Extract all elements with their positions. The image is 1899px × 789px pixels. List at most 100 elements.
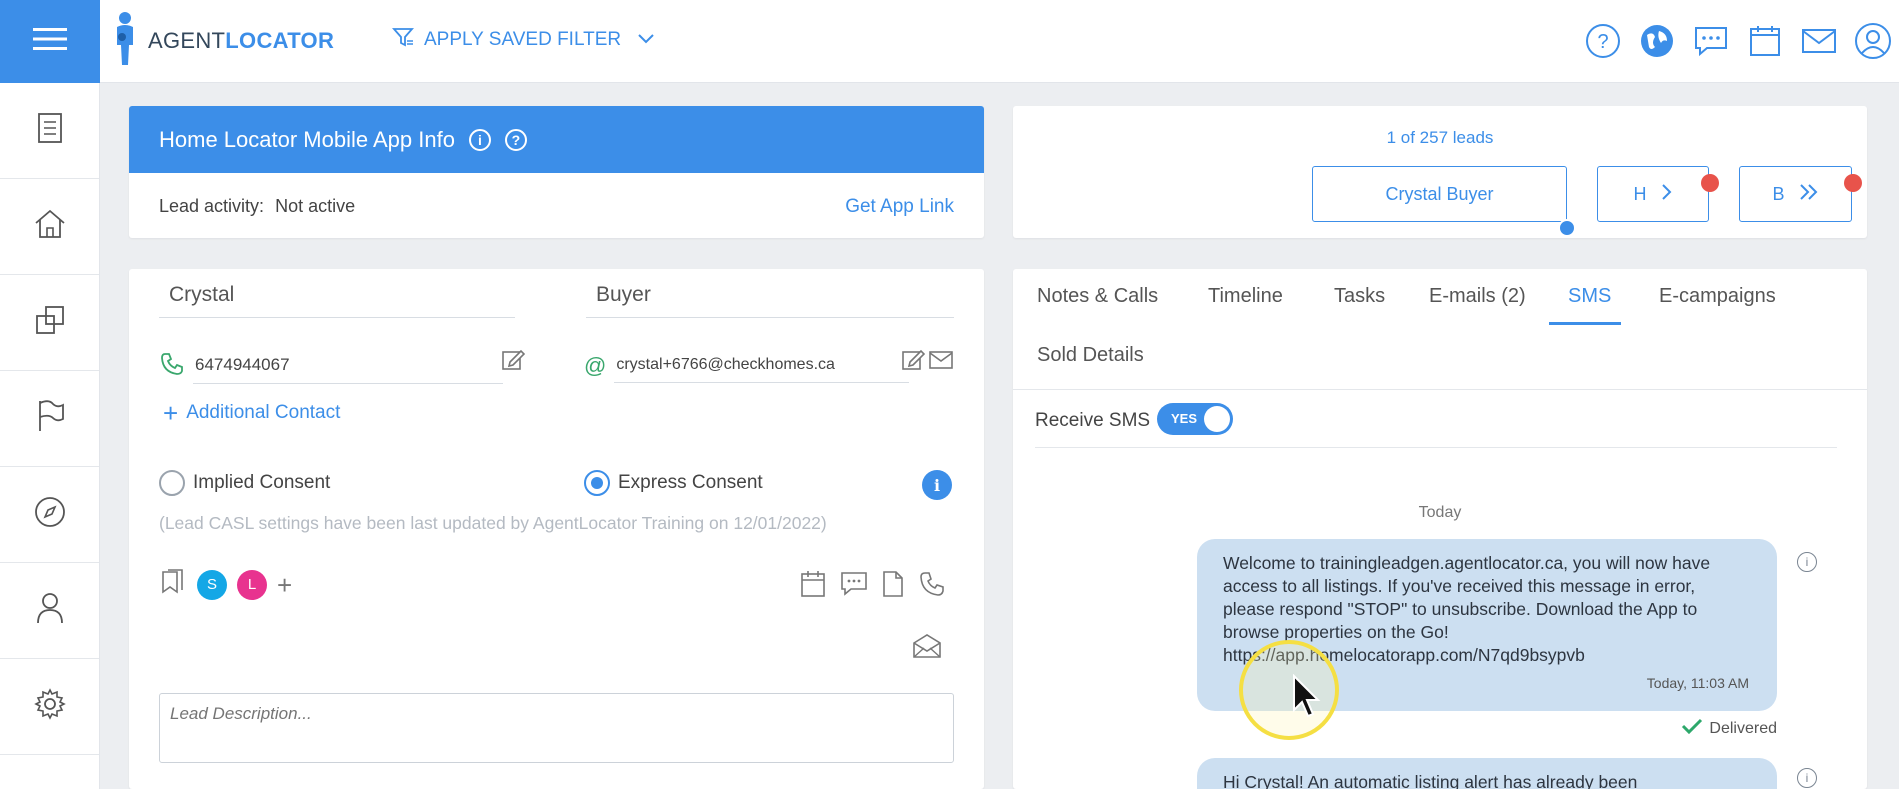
globe-icon[interactable] xyxy=(1637,20,1677,62)
sidebar-item-flag[interactable] xyxy=(0,371,99,467)
chevron-down-icon xyxy=(637,29,655,51)
lead-navigation-card: 1 of 257 leads Crystal Buyer H B xyxy=(1013,106,1867,238)
implied-consent-radio[interactable] xyxy=(159,470,185,496)
additional-contact-label: Additional Contact xyxy=(186,402,341,423)
svg-text:?: ? xyxy=(1597,31,1608,53)
mouse-pointer-icon xyxy=(1292,673,1322,725)
phone-row: 6474944067 xyxy=(159,349,526,384)
top-icon-bar: ? xyxy=(1583,20,1893,62)
tab-emails[interactable]: E-mails (2) xyxy=(1429,285,1526,322)
menu-toggle-button[interactable] xyxy=(0,0,100,83)
tab-sms[interactable]: SMS xyxy=(1549,285,1622,325)
add-tag-icon[interactable]: + xyxy=(277,572,292,598)
additional-contact-link[interactable]: + Additional Contact xyxy=(163,400,341,426)
double-chevron-right-icon xyxy=(1799,183,1819,206)
toggle-yes-label: YES xyxy=(1171,411,1198,426)
sms-message-text: Hi Crystal! An automatic listing alert h… xyxy=(1223,772,1638,789)
send-email-icon[interactable] xyxy=(929,350,953,375)
logo-prefix: AGENT xyxy=(148,28,226,53)
logo-figure-icon xyxy=(112,11,138,72)
chevron-right-icon xyxy=(1661,183,1673,206)
email-address[interactable]: crystal+6766@checkhomes.ca xyxy=(614,350,910,383)
consent-info-icon[interactable]: i xyxy=(922,470,952,500)
delivery-status: Delivered xyxy=(1673,718,1777,739)
saved-filter-label: APPLY SAVED FILTER xyxy=(424,29,622,50)
express-consent-label: Express Consent xyxy=(618,472,763,493)
edit-phone-icon[interactable] xyxy=(501,348,526,377)
apply-saved-filter-dropdown[interactable]: APPLY SAVED FILTER xyxy=(392,26,655,54)
activity-card: Notes & Calls Timeline Tasks E-mails (2)… xyxy=(1013,269,1867,789)
chat-icon[interactable] xyxy=(1691,20,1731,62)
call-icon[interactable] xyxy=(918,570,946,603)
sms-message-time: Today, 11:03 AM xyxy=(1646,675,1749,691)
toggle-knob xyxy=(1204,406,1230,432)
lead-description-input[interactable] xyxy=(159,693,954,763)
lead-activity-label: Lead activity: xyxy=(159,196,265,216)
implied-consent-option[interactable]: Implied Consent xyxy=(159,470,330,496)
next-lead-b-button[interactable]: B xyxy=(1739,166,1852,222)
express-consent-option[interactable]: Express Consent xyxy=(584,470,763,496)
sidebar-item-contacts[interactable] xyxy=(0,563,99,659)
calendar-icon[interactable] xyxy=(1745,20,1785,62)
home-icon xyxy=(33,208,67,245)
sidebar xyxy=(0,83,100,789)
help-icon[interactable]: ? xyxy=(1583,20,1623,62)
sidebar-item-documents[interactable] xyxy=(0,83,99,179)
express-consent-radio[interactable] xyxy=(584,470,610,496)
sidebar-item-copy[interactable] xyxy=(0,275,99,371)
tag-row: S L + xyxy=(159,568,292,601)
lead-activity: Lead activity: Not active xyxy=(159,196,355,217)
app-info-header: Home Locator Mobile App Info i ? xyxy=(129,106,984,173)
bookmark-icon[interactable] xyxy=(159,568,187,601)
tab-timeline[interactable]: Timeline xyxy=(1208,285,1283,322)
notification-dot xyxy=(1844,174,1862,192)
lead-count: 1 of 257 leads xyxy=(1386,128,1494,147)
tag-l[interactable]: L xyxy=(237,569,267,600)
person-icon xyxy=(35,591,65,630)
get-app-link[interactable]: Get App Link xyxy=(845,196,954,218)
filter-icon xyxy=(392,26,414,54)
tab-sold-details[interactable]: Sold Details xyxy=(1037,344,1144,381)
app-info-title: Home Locator Mobile App Info xyxy=(159,126,455,152)
tag-s[interactable]: S xyxy=(197,569,227,600)
implied-consent-label: Implied Consent xyxy=(193,472,331,493)
help-icon[interactable]: ? xyxy=(504,128,527,151)
compass-icon xyxy=(34,496,66,533)
flag-icon xyxy=(35,399,65,438)
first-name-field[interactable]: Crystal xyxy=(159,283,515,318)
next-lead-h-button[interactable]: H xyxy=(1597,166,1709,222)
note-icon[interactable] xyxy=(882,570,904,603)
message-info-icon[interactable]: i xyxy=(1797,552,1817,572)
logo-suffix: LOCATOR xyxy=(225,28,335,53)
calendar-icon[interactable] xyxy=(800,570,826,603)
edit-email-icon[interactable] xyxy=(901,348,926,377)
tab-tasks[interactable]: Tasks xyxy=(1334,285,1385,322)
tab-notes-calls[interactable]: Notes & Calls xyxy=(1037,285,1158,322)
receive-sms-toggle[interactable]: YES xyxy=(1157,403,1233,435)
tabs-divider xyxy=(1013,389,1867,390)
user-profile-icon[interactable] xyxy=(1853,20,1893,62)
sidebar-item-explore[interactable] xyxy=(0,467,99,563)
top-bar: AGENTLOCATOR APPLY SAVED FILTER ? xyxy=(0,0,1899,83)
sms-thread: Today Welcome to trainingleadgen.agentlo… xyxy=(1013,448,1867,789)
agentlocator-logo[interactable]: AGENTLOCATOR xyxy=(112,8,334,74)
tab-e-campaigns[interactable]: E-campaigns xyxy=(1659,285,1776,322)
checkmark-icon xyxy=(1681,718,1703,739)
phone-number[interactable]: 6474944067 xyxy=(193,349,503,384)
info-icon[interactable]: i xyxy=(468,128,491,151)
sidebar-item-settings[interactable] xyxy=(0,659,99,755)
mail-icon[interactable] xyxy=(1799,20,1839,62)
email-row: @ crystal+6766@checkhomes.ca xyxy=(584,349,914,383)
cursor-highlight xyxy=(1239,640,1339,740)
sidebar-item-home[interactable] xyxy=(0,179,99,275)
logo-text: AGENTLOCATOR xyxy=(148,28,334,54)
receive-sms-label: Receive SMS xyxy=(1035,410,1151,431)
current-lead-button[interactable]: Crystal Buyer xyxy=(1312,166,1567,222)
current-lead-dot xyxy=(1558,219,1576,237)
email-open-icon[interactable] xyxy=(912,633,942,664)
next-lead-b-label: B xyxy=(1772,183,1785,204)
lead-activity-value: Not active xyxy=(275,196,356,216)
last-name-field[interactable]: Buyer xyxy=(586,283,954,318)
message-info-icon[interactable]: i xyxy=(1797,768,1817,788)
sms-icon[interactable] xyxy=(840,570,868,603)
